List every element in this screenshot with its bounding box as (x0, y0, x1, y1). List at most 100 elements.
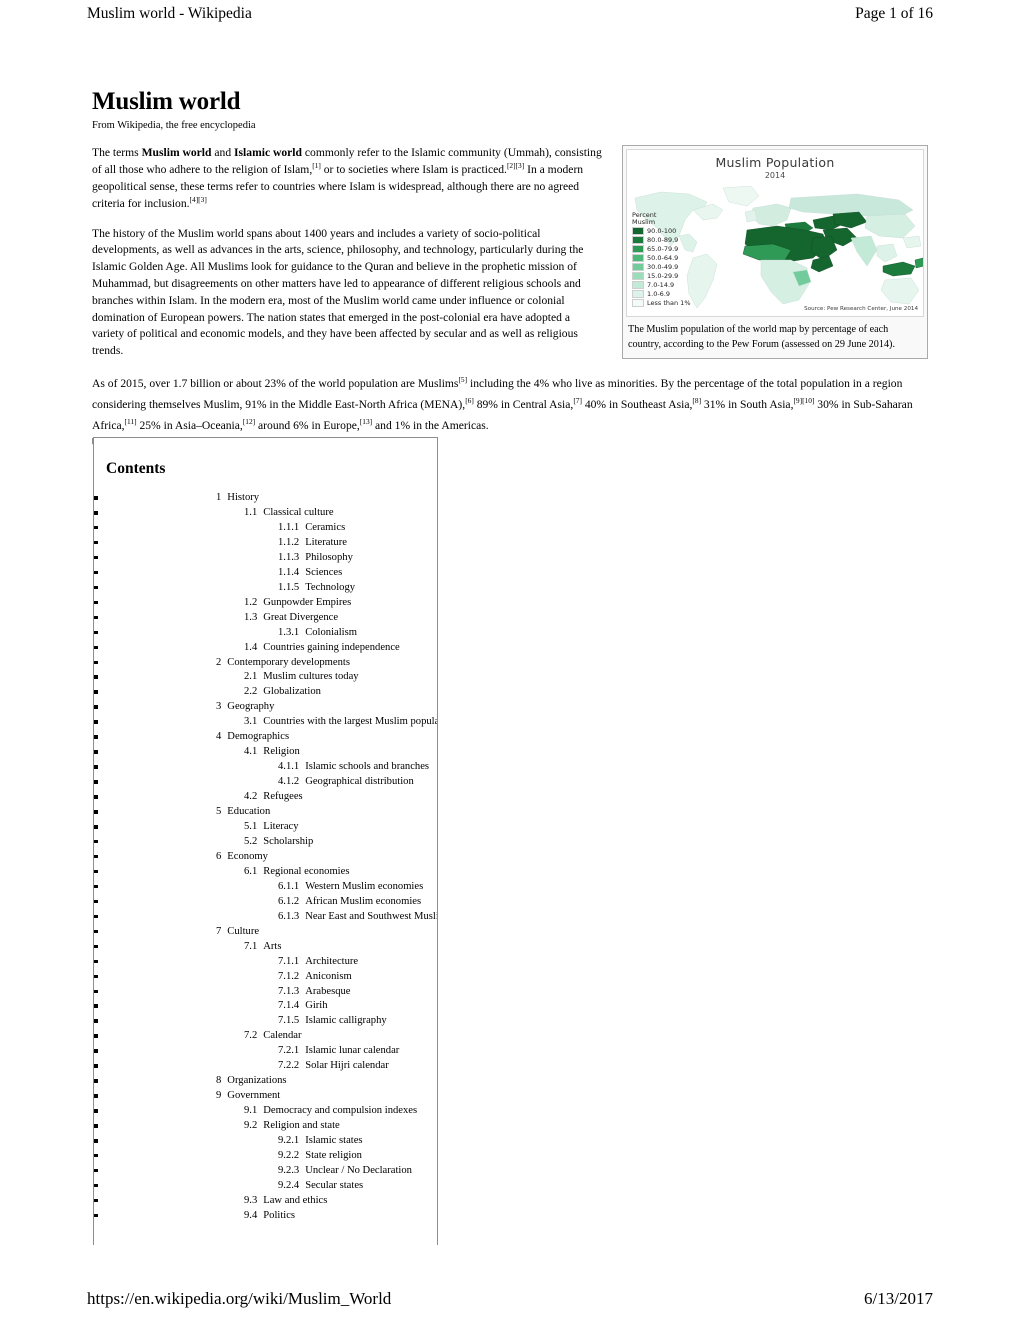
bullet-icon (94, 795, 98, 799)
toc-item[interactable]: 7.1.2 Aniconism (94, 970, 437, 985)
toc-item-label: Politics (263, 1209, 296, 1221)
toc-item[interactable]: 7.2.2 Solar Hijri calendar (94, 1059, 437, 1074)
bullet-icon (94, 989, 98, 993)
toc-item[interactable]: 9 Government (94, 1089, 437, 1104)
toc-item[interactable]: 1.1.2 Literature (94, 536, 437, 551)
toc-item-label: Education (227, 806, 271, 818)
map-legend-swatch (632, 254, 644, 262)
toc-item-label: Girih (305, 1000, 328, 1012)
toc-item-label: Geography (227, 701, 275, 713)
toc-item-label: Demographics (227, 731, 290, 743)
toc-item[interactable]: 1.1.5 Technology (94, 581, 437, 596)
map-legend-item: 1.0-6.9 (632, 290, 691, 299)
reference-link[interactable]: [6] (465, 396, 474, 405)
toc-item[interactable]: 1.1.3 Philosophy (94, 551, 437, 566)
toc-item[interactable]: 9.2.4 Secular states (94, 1179, 437, 1194)
map-year: 2014 (764, 171, 786, 180)
toc-item[interactable]: 9.4 Politics (94, 1209, 437, 1224)
toc-item[interactable]: 1.1.4 Sciences (94, 566, 437, 581)
toc-item[interactable]: 8 Organizations (94, 1074, 437, 1089)
reference-link[interactable]: [7] (573, 396, 582, 405)
reference-link[interactable]: [12] (243, 417, 255, 426)
toc-item[interactable]: 5.1 Literacy (94, 820, 437, 835)
bullet-icon (94, 615, 98, 620)
toc-item-number: 9 (216, 1090, 222, 1102)
toc-item[interactable]: 6.1 Regional economies (94, 865, 437, 880)
toc-item-number: 1.1.5 (278, 581, 300, 593)
reference-link[interactable]: [13] (360, 417, 372, 426)
map-legend-item: 90.0-100 (632, 227, 691, 236)
toc-item[interactable]: 9.2.2 State religion (94, 1149, 437, 1164)
toc-item[interactable]: 5 Education (94, 805, 437, 820)
toc-item[interactable]: 9.2.3 Unclear / No Declaration (94, 1164, 437, 1179)
toc-item[interactable]: 1.4 Countries gaining independence (94, 641, 437, 656)
toc-item-number: 9.2.1 (278, 1135, 300, 1147)
toc-item[interactable]: 9.1 Democracy and compulsion indexes (94, 1104, 437, 1119)
bullet-icon (94, 735, 98, 739)
toc-item[interactable]: 1.1 Classical culture (94, 506, 437, 521)
toc-item-label: Geographical distribution (305, 776, 414, 788)
toc-item[interactable]: 7.1.4 Girih (94, 999, 437, 1014)
toc-item-label: Solar Hijri calendar (305, 1060, 389, 1072)
toc-item[interactable]: 3 Geography (94, 700, 437, 715)
toc-item[interactable]: 2.1 Muslim cultures today (94, 670, 437, 685)
toc-item-number: 5.2 (244, 835, 258, 847)
toc-item[interactable]: 3.1 Countries with the largest Muslim pop… (94, 715, 437, 730)
toc-item-label: Economy (227, 850, 268, 862)
toc-item-label: Gunpowder Empires (263, 596, 352, 608)
toc-item[interactable]: 7.2.1 Islamic lunar calendar (94, 1044, 437, 1059)
toc-item[interactable]: 4.1.2 Geographical distribution (94, 775, 437, 790)
bullet-icon (94, 1198, 98, 1203)
reference-link[interactable]: [11] (125, 417, 137, 426)
toc-item[interactable]: 7.1.1 Architecture (94, 955, 437, 970)
toc-item[interactable]: 7.1.5 Islamic calligraphy (94, 1014, 437, 1029)
toc-item[interactable]: 7 Culture (94, 925, 437, 940)
toc-item[interactable]: 6.1.2 African Muslim economies (94, 895, 437, 910)
toc-item[interactable]: 1.2 Gunpowder Empires (94, 596, 437, 611)
toc-item[interactable]: 6 Economy (94, 850, 437, 865)
toc-item[interactable]: 9.3 Law and ethics (94, 1194, 437, 1209)
toc-item[interactable]: 4.1 Religion (94, 745, 437, 760)
bullet-icon (94, 899, 98, 904)
toc-item[interactable]: 2.2 Globalization (94, 685, 437, 700)
toc-item-number: 4.2 (244, 791, 258, 803)
page-title: Muslim world (92, 88, 241, 115)
toc-item-label: Colonialism (305, 626, 357, 638)
map-legend-label: 65.0-79.9 (647, 244, 679, 253)
reference-link[interactable]: [8] (692, 396, 701, 405)
toc-item[interactable]: 1.3.1 Colonialism (94, 626, 437, 641)
map-legend-label: 80.0-89.9 (647, 235, 679, 244)
toc-item[interactable]: 6.1.3 Near East and Southwest Muslim econ… (94, 910, 437, 925)
toc-item[interactable]: 4 Demographics (94, 730, 437, 745)
p1-seg4: or to societies where Islam is practiced… (320, 163, 507, 177)
reference-link[interactable]: [5] (458, 375, 467, 384)
reference-link[interactable]: [2][3] (507, 161, 524, 170)
page-subtitle: From Wikipedia, the free encyclopedia (92, 119, 256, 131)
bullet-icon (94, 1049, 98, 1053)
toc-item[interactable]: 4.2 Refugees (94, 790, 437, 805)
p3-seg3: 89% in Central Asia, (473, 398, 574, 411)
toc-item-number: 7.1.1 (278, 955, 300, 967)
toc-item[interactable]: 1 History (94, 491, 437, 506)
world-map-image[interactable]: Muslim Population 2014 Percent Muslim 90… (626, 149, 924, 317)
toc-item[interactable]: 9.2 Religion and state (94, 1119, 437, 1134)
toc-item[interactable]: 7.1.3 Arabesque (94, 985, 437, 1000)
toc-item[interactable]: 4.1.1 Islamic schools and branches (94, 760, 437, 775)
toc-item[interactable]: 1.1.1 Ceramics (94, 521, 437, 536)
toc-item[interactable]: 2 Contemporary developments (94, 656, 437, 671)
reference-link[interactable]: [1] (312, 161, 321, 170)
bullet-icon (94, 1004, 98, 1008)
toc-item[interactable]: 6.1.1 Western Muslim economies (94, 880, 437, 895)
toc-item[interactable]: 5.2 Scholarship (94, 835, 437, 850)
toc-item-label: History (227, 492, 260, 504)
toc-item[interactable]: 7.2 Calendar (94, 1029, 437, 1044)
toc-item[interactable]: 7.1 Arts (94, 940, 437, 955)
toc-item-number: 4.1 (244, 746, 258, 758)
print-header: Muslim world - Wikipedia Page 1 of 16 (87, 4, 933, 24)
toc-item[interactable]: 1.3 Great Divergence (94, 611, 437, 626)
reference-link[interactable]: [4][3] (190, 195, 207, 204)
reference-link[interactable]: [9][10] (793, 396, 814, 405)
toc-item[interactable]: 9.2.1 Islamic states (94, 1134, 437, 1149)
map-legend-label: 50.0-64.9 (647, 253, 679, 262)
bullet-icon (94, 720, 98, 724)
